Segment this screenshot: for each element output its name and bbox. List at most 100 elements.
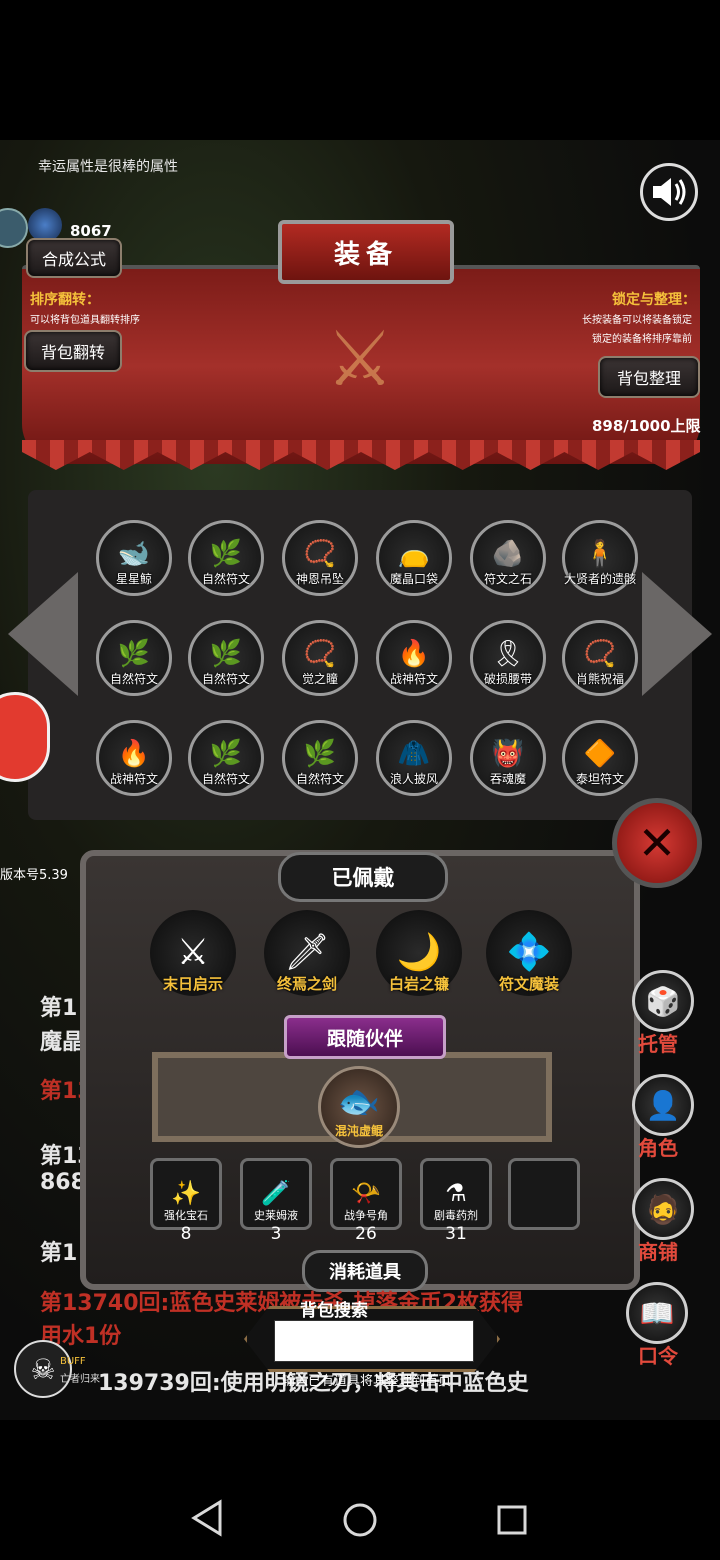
inventory-slot[interactable]: 🌿 自然符文 (188, 520, 264, 596)
inventory-slot[interactable]: 🧍 大贤者的遗骸 (562, 520, 638, 596)
inventory-slot[interactable]: 📿 觉之瞳 (282, 620, 358, 696)
item-icon: 🧥 (397, 739, 431, 769)
item-icon: 🌿 (209, 639, 243, 669)
companion-icon: 🐟 (337, 1082, 381, 1122)
player-icon[interactable] (0, 692, 50, 782)
inventory-slot[interactable]: 👹 吞魂魔 (470, 720, 546, 796)
item-icon: 🧍 (583, 539, 617, 569)
next-page-arrow-icon[interactable] (642, 572, 712, 696)
inventory-slot[interactable]: 🔶 泰坦符文 (562, 720, 638, 796)
consumable-icon: ⚗ (445, 1179, 467, 1207)
companion-slot[interactable]: 🐟 混沌虚鲲 (318, 1066, 400, 1148)
item-icon: 📿 (583, 639, 617, 669)
item-icon: 📿 (303, 539, 337, 569)
consumable-count: 8 (180, 1224, 192, 1244)
sound-toggle-button[interactable] (640, 163, 698, 221)
equipped-slot[interactable]: 💠 符文魔装 (486, 910, 572, 996)
host-button[interactable]: 🎲 (632, 970, 694, 1032)
equipment-label: 终焉之剑 (276, 975, 337, 993)
consumable-label: 剧毒药剂 (434, 1209, 478, 1222)
sort-flip-heading: 排序翻转： (30, 292, 100, 308)
inventory-slot[interactable]: 🌿 自然符文 (96, 620, 172, 696)
item-label: 魔晶口袋 (389, 572, 438, 586)
item-label: 战神符文 (109, 772, 158, 786)
shop-button[interactable]: 🧔 (632, 1178, 694, 1240)
empty-consumable-slot[interactable] (508, 1158, 580, 1230)
item-label: 大贤者的遗骸 (564, 572, 637, 586)
consumable-icon: 📯 (351, 1179, 381, 1207)
log-line: 第1 (40, 996, 78, 1021)
item-icon: 👹 (491, 739, 525, 769)
equipped-slot[interactable]: 🌙 白岩之镰 (376, 910, 462, 996)
inventory-slot[interactable]: 🌿 自然符文 (188, 720, 264, 796)
item-label: 自然符文 (109, 672, 158, 686)
lock-tidy-heading: 锁定与整理： (612, 292, 696, 308)
hooded-figure-icon: 👤 (645, 1088, 681, 1122)
inventory-slot[interactable]: 🔥 战神符文 (376, 620, 452, 696)
equipment-label: 符文魔装 (498, 975, 559, 993)
consumable-icon: 🧪 (261, 1179, 291, 1207)
status-bar-area (0, 0, 720, 140)
crossed-swords-emblem-icon: ⚔ (325, 313, 395, 403)
version-label: 版本号5.39 (0, 868, 68, 883)
log-line: 魔晶 (40, 1030, 85, 1055)
consumable-slot[interactable]: 🧪 史莱姆液 (240, 1158, 312, 1230)
item-icon: 🌿 (303, 739, 337, 769)
sort-flip-desc: 可以将背包道具翻转排序 (30, 315, 140, 326)
item-icon: 🔥 (117, 739, 151, 769)
lock-tidy-desc2: 锁定的装备将排序靠前 (592, 334, 692, 345)
equipment-icon: 💠 (506, 932, 552, 973)
equipped-slot[interactable]: 🗡 终焉之剑 (264, 910, 350, 996)
companion-label: 混沌虚鲲 (334, 1124, 383, 1138)
formula-button[interactable]: 合成公式 (26, 238, 122, 278)
close-icon: ✕ (637, 816, 677, 870)
skull-buff-icon[interactable]: ☠ (14, 1340, 72, 1398)
item-label: 自然符文 (295, 772, 344, 786)
item-label: 浪人披风 (389, 772, 438, 786)
item-label: 觉之瞳 (301, 672, 338, 686)
item-label: 神恩吊坠 (295, 572, 344, 586)
buff-sub: 亡者归来 (60, 1374, 100, 1385)
inventory-slot[interactable]: 🪨 符文之石 (470, 520, 546, 596)
speaker-icon (653, 178, 686, 206)
equipment-icon: 🗡 (284, 932, 330, 973)
buff-label: BUFF (60, 1356, 86, 1367)
equipped-slot[interactable]: ⚔ 末日启示 (150, 910, 236, 996)
inventory-slot[interactable]: 📿 肖熊祝福 (562, 620, 638, 696)
flip-bag-button[interactable]: 背包翻转 (24, 330, 122, 372)
equipment-icon: 🌙 (396, 932, 442, 973)
code-label: 口令 (638, 1344, 678, 1368)
search-label: 背包搜索 (300, 1301, 368, 1321)
recents-nav-icon[interactable] (496, 1504, 528, 1545)
organize-bag-button[interactable]: 背包整理 (598, 356, 700, 398)
consumable-slot[interactable]: ⚗ 剧毒药剂 (420, 1158, 492, 1230)
inventory-slot[interactable]: 🧥 浪人披风 (376, 720, 452, 796)
inventory-slot[interactable]: 👝 魔晶口袋 (376, 520, 452, 596)
inventory-slot[interactable]: 🌿 自然符文 (188, 620, 264, 696)
item-label: 战神符文 (389, 672, 438, 686)
item-icon: 🌿 (209, 539, 243, 569)
consumable-slot[interactable]: ✨ 强化宝石 (150, 1158, 222, 1230)
code-button[interactable]: 📖 (626, 1282, 688, 1344)
item-icon: 🌿 (117, 639, 151, 669)
inventory-slot[interactable]: 🌿 自然符文 (282, 720, 358, 796)
item-label: 符文之石 (483, 572, 532, 586)
shop-label: 商铺 (638, 1240, 678, 1264)
item-icon: 🌿 (209, 739, 243, 769)
inventory-slot[interactable]: 🐋 星星鲸 (96, 520, 172, 596)
item-icon: 🎗 (491, 639, 525, 669)
inventory-slot[interactable]: 🎗 破损腰带 (470, 620, 546, 696)
prev-page-arrow-icon[interactable] (8, 572, 78, 696)
back-nav-icon[interactable] (190, 1498, 224, 1547)
consumable-slot[interactable]: 📯 战争号角 (330, 1158, 402, 1230)
inventory-slot[interactable]: 🔥 战神符文 (96, 720, 172, 796)
inventory-slot[interactable]: 📿 神恩吊坠 (282, 520, 358, 596)
item-label: 泰坦符文 (575, 772, 624, 786)
home-nav-icon[interactable] (342, 1502, 378, 1547)
lock-tidy-desc1: 长按装备可以将装备锁定 (582, 315, 692, 326)
consumable-label: 强化宝石 (164, 1209, 208, 1222)
close-button[interactable]: ✕ (612, 798, 702, 888)
search-input[interactable] (274, 1320, 474, 1362)
item-icon: 🔥 (397, 639, 431, 669)
role-button[interactable]: 👤 (632, 1074, 694, 1136)
